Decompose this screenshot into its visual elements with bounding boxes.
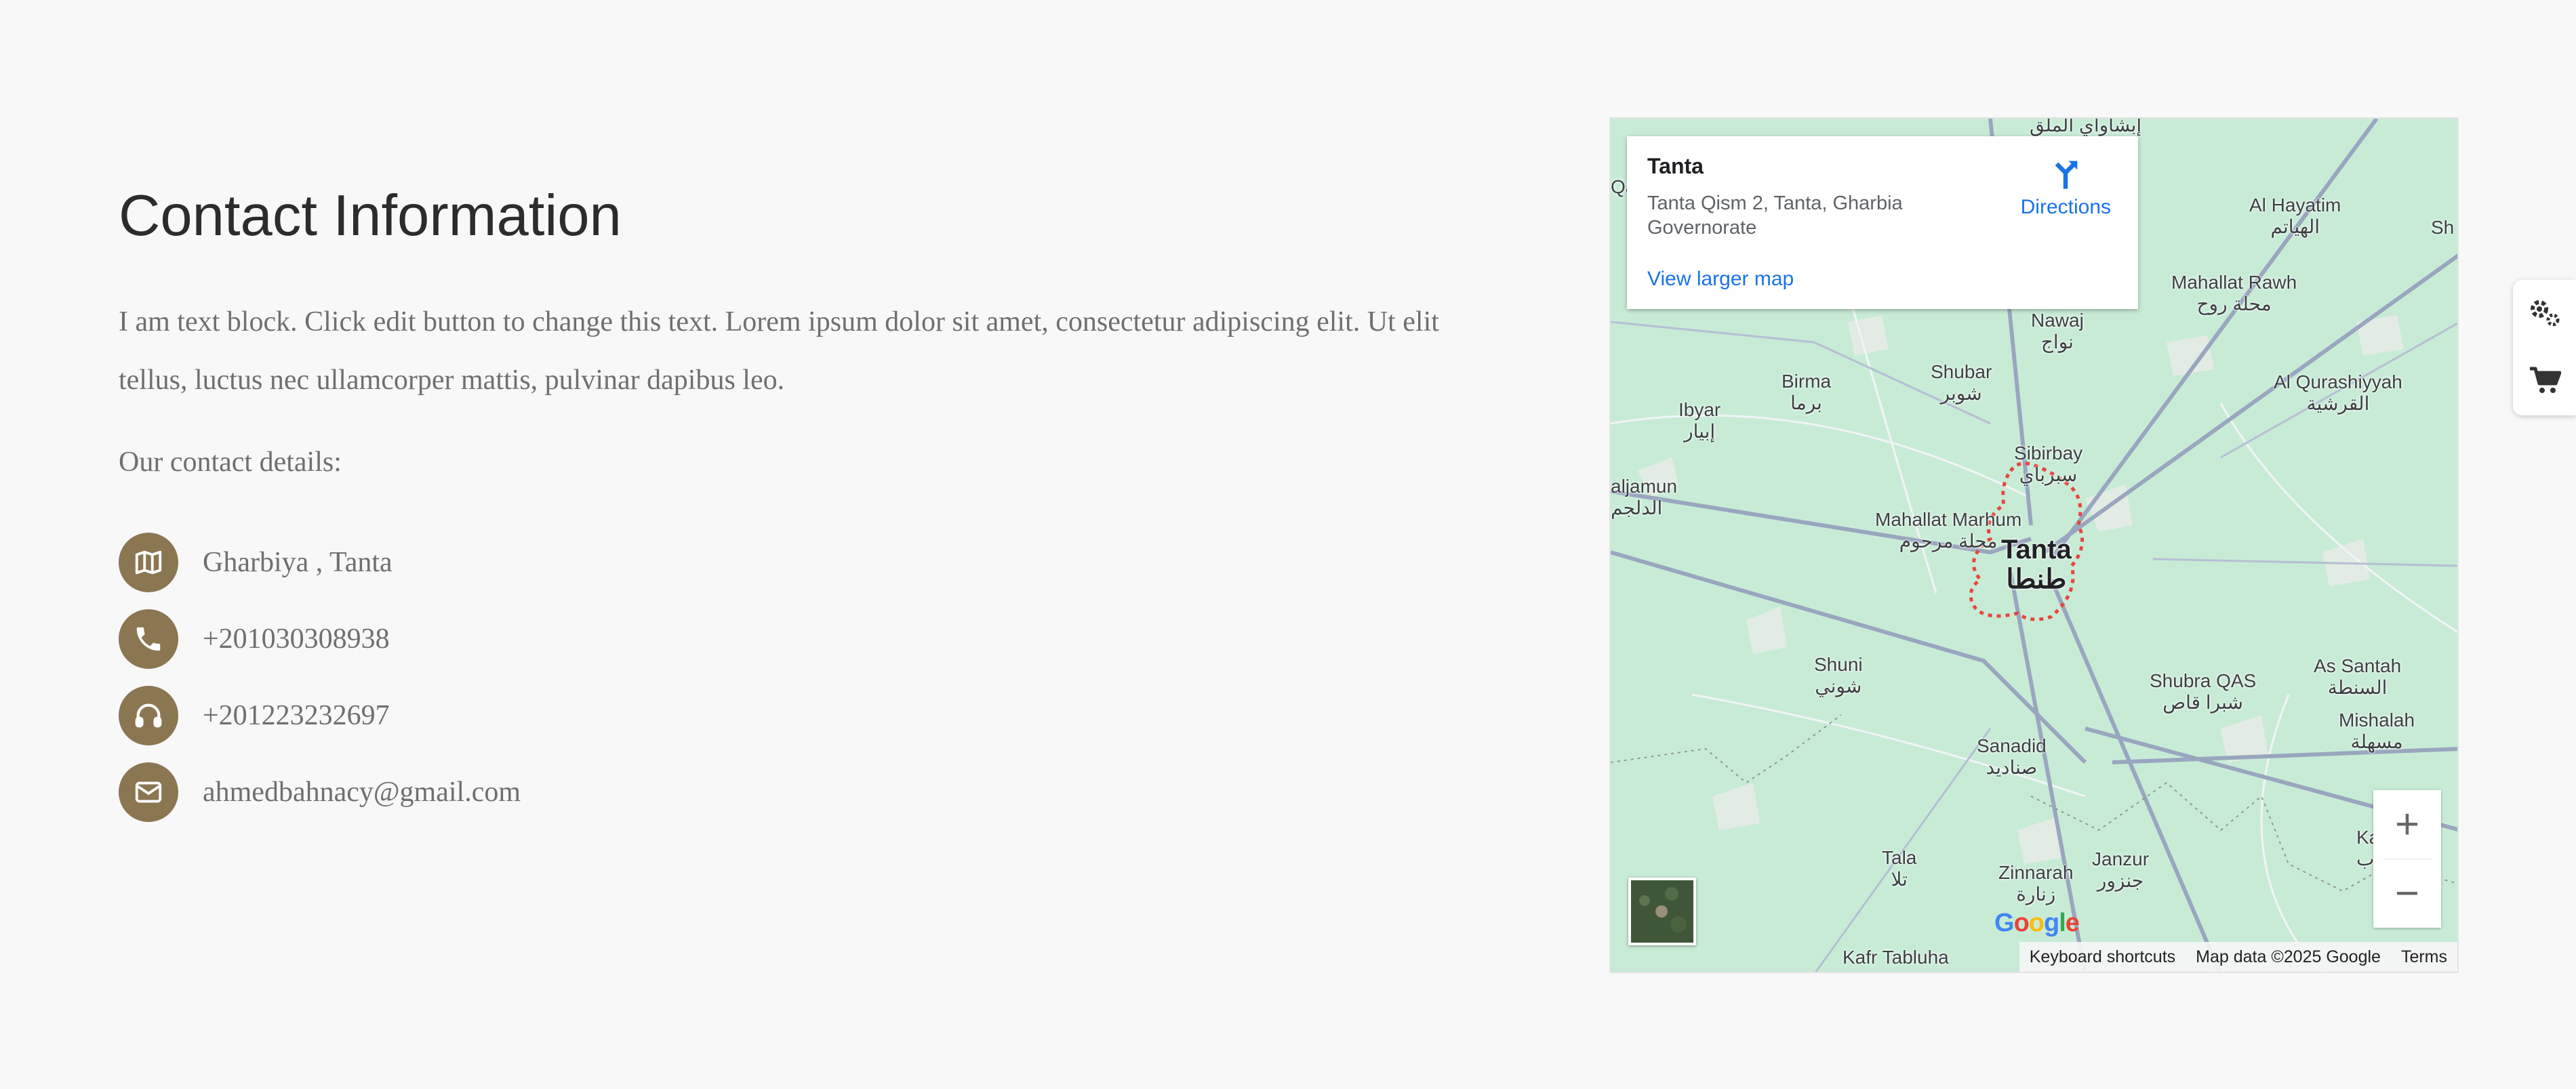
map-label: Mahallat Marhum محلة مرحوم: [1875, 509, 2022, 552]
contact-item-support: +201223232697: [119, 685, 521, 746]
support-phone-link[interactable]: +201223232697: [203, 699, 390, 732]
map-label: As Santah السنطة: [2314, 655, 2402, 698]
map-label: Mahallat Rawh محلة روح: [2171, 272, 2297, 314]
zoom-in-button[interactable]: +: [2373, 790, 2441, 859]
email-link[interactable]: ahmedbahnacy@gmail.com: [203, 776, 521, 808]
headphones-icon: [119, 686, 178, 745]
contact-item-email: ahmedbahnacy@gmail.com: [119, 762, 521, 823]
map-label: Shubar شوبر: [1931, 361, 1992, 404]
map-label: Sibirbay سبرباي: [2014, 443, 2083, 485]
directions-button[interactable]: Directions: [2021, 157, 2111, 219]
intro-text: I am text block. Click edit button to ch…: [119, 306, 1439, 396]
map-label: Al Qurashiyyah القرشية: [2274, 371, 2402, 414]
map-city-label: Tanta طنطا: [2001, 535, 2072, 594]
map-label: Shubra QAS شبرا قاص: [2150, 670, 2257, 713]
map-attribution-bar: Keyboard shortcuts Map data ©2025 Google…: [2019, 942, 2457, 972]
envelope-icon: [119, 762, 178, 822]
directions-icon: [2055, 161, 2078, 189]
map-label: Zinnarah زنارة: [1998, 862, 2074, 905]
address-text: Gharbiya , Tanta: [203, 547, 393, 578]
place-address: Tanta Qism 2, Tanta, Gharbia Governorate: [1647, 192, 1903, 239]
keyboard-shortcuts-link[interactable]: Keyboard shortcuts: [2019, 947, 2186, 967]
map-label: Ibyar إبيار: [1678, 399, 1721, 442]
map-label: Al Hayatim الهياتم: [2249, 194, 2341, 237]
map-label: Nawaj نواج: [2031, 310, 2084, 352]
map-label: Shuni شوني: [1814, 654, 1863, 697]
phone-icon: [119, 609, 178, 669]
phone-link[interactable]: +201030308938: [203, 623, 390, 655]
page-title: Contact Information: [119, 184, 622, 248]
place-info-card: Tanta Tanta Qism 2, Tanta, Gharbia Gover…: [1627, 136, 2138, 309]
map-label: aljamun الدلجم: [1611, 476, 1678, 518]
map-label: Birma برما: [1782, 371, 1832, 413]
contact-list: Gharbiya , Tanta +201030308938 +20122323…: [119, 532, 521, 838]
view-larger-map-link[interactable]: View larger map: [1647, 268, 1794, 291]
google-logo: Google: [1994, 909, 2080, 937]
satellite-thumbnail-icon: [1631, 880, 1693, 943]
map-label: Mishalah مسهلة: [2339, 710, 2415, 752]
map-label: Janzur جنزور: [2092, 848, 2150, 891]
map-label: Sh: [2431, 217, 2455, 238]
directions-label: Directions: [2020, 196, 2111, 218]
gears-icon[interactable]: [2527, 297, 2562, 333]
contact-item-address: Gharbiya , Tanta: [119, 532, 521, 593]
map-icon: [119, 533, 178, 592]
map-label: إبشاواي الملق: [2030, 117, 2142, 136]
satellite-toggle[interactable]: [1628, 878, 1696, 945]
terms-link[interactable]: Terms: [2391, 947, 2457, 967]
contact-item-phone: +201030308938: [119, 609, 521, 670]
zoom-out-button[interactable]: −: [2373, 859, 2441, 928]
map-label: Tala تلا: [1882, 847, 1917, 890]
map-label: Sanadid صناديد: [1977, 735, 2047, 778]
floating-sidebar: [2513, 280, 2576, 415]
map-data-text: Map data ©2025 Google: [2196, 947, 2381, 966]
zoom-controls: + −: [2373, 790, 2441, 928]
cart-icon[interactable]: [2529, 366, 2561, 399]
map-embed[interactable]: إبشاواي الملق Qa Al Hayatim الهياتم Sh Ma…: [1609, 117, 2459, 973]
map-label: Kafr Tabluha: [1843, 947, 1949, 968]
contact-subheading: Our contact details:: [119, 447, 342, 478]
